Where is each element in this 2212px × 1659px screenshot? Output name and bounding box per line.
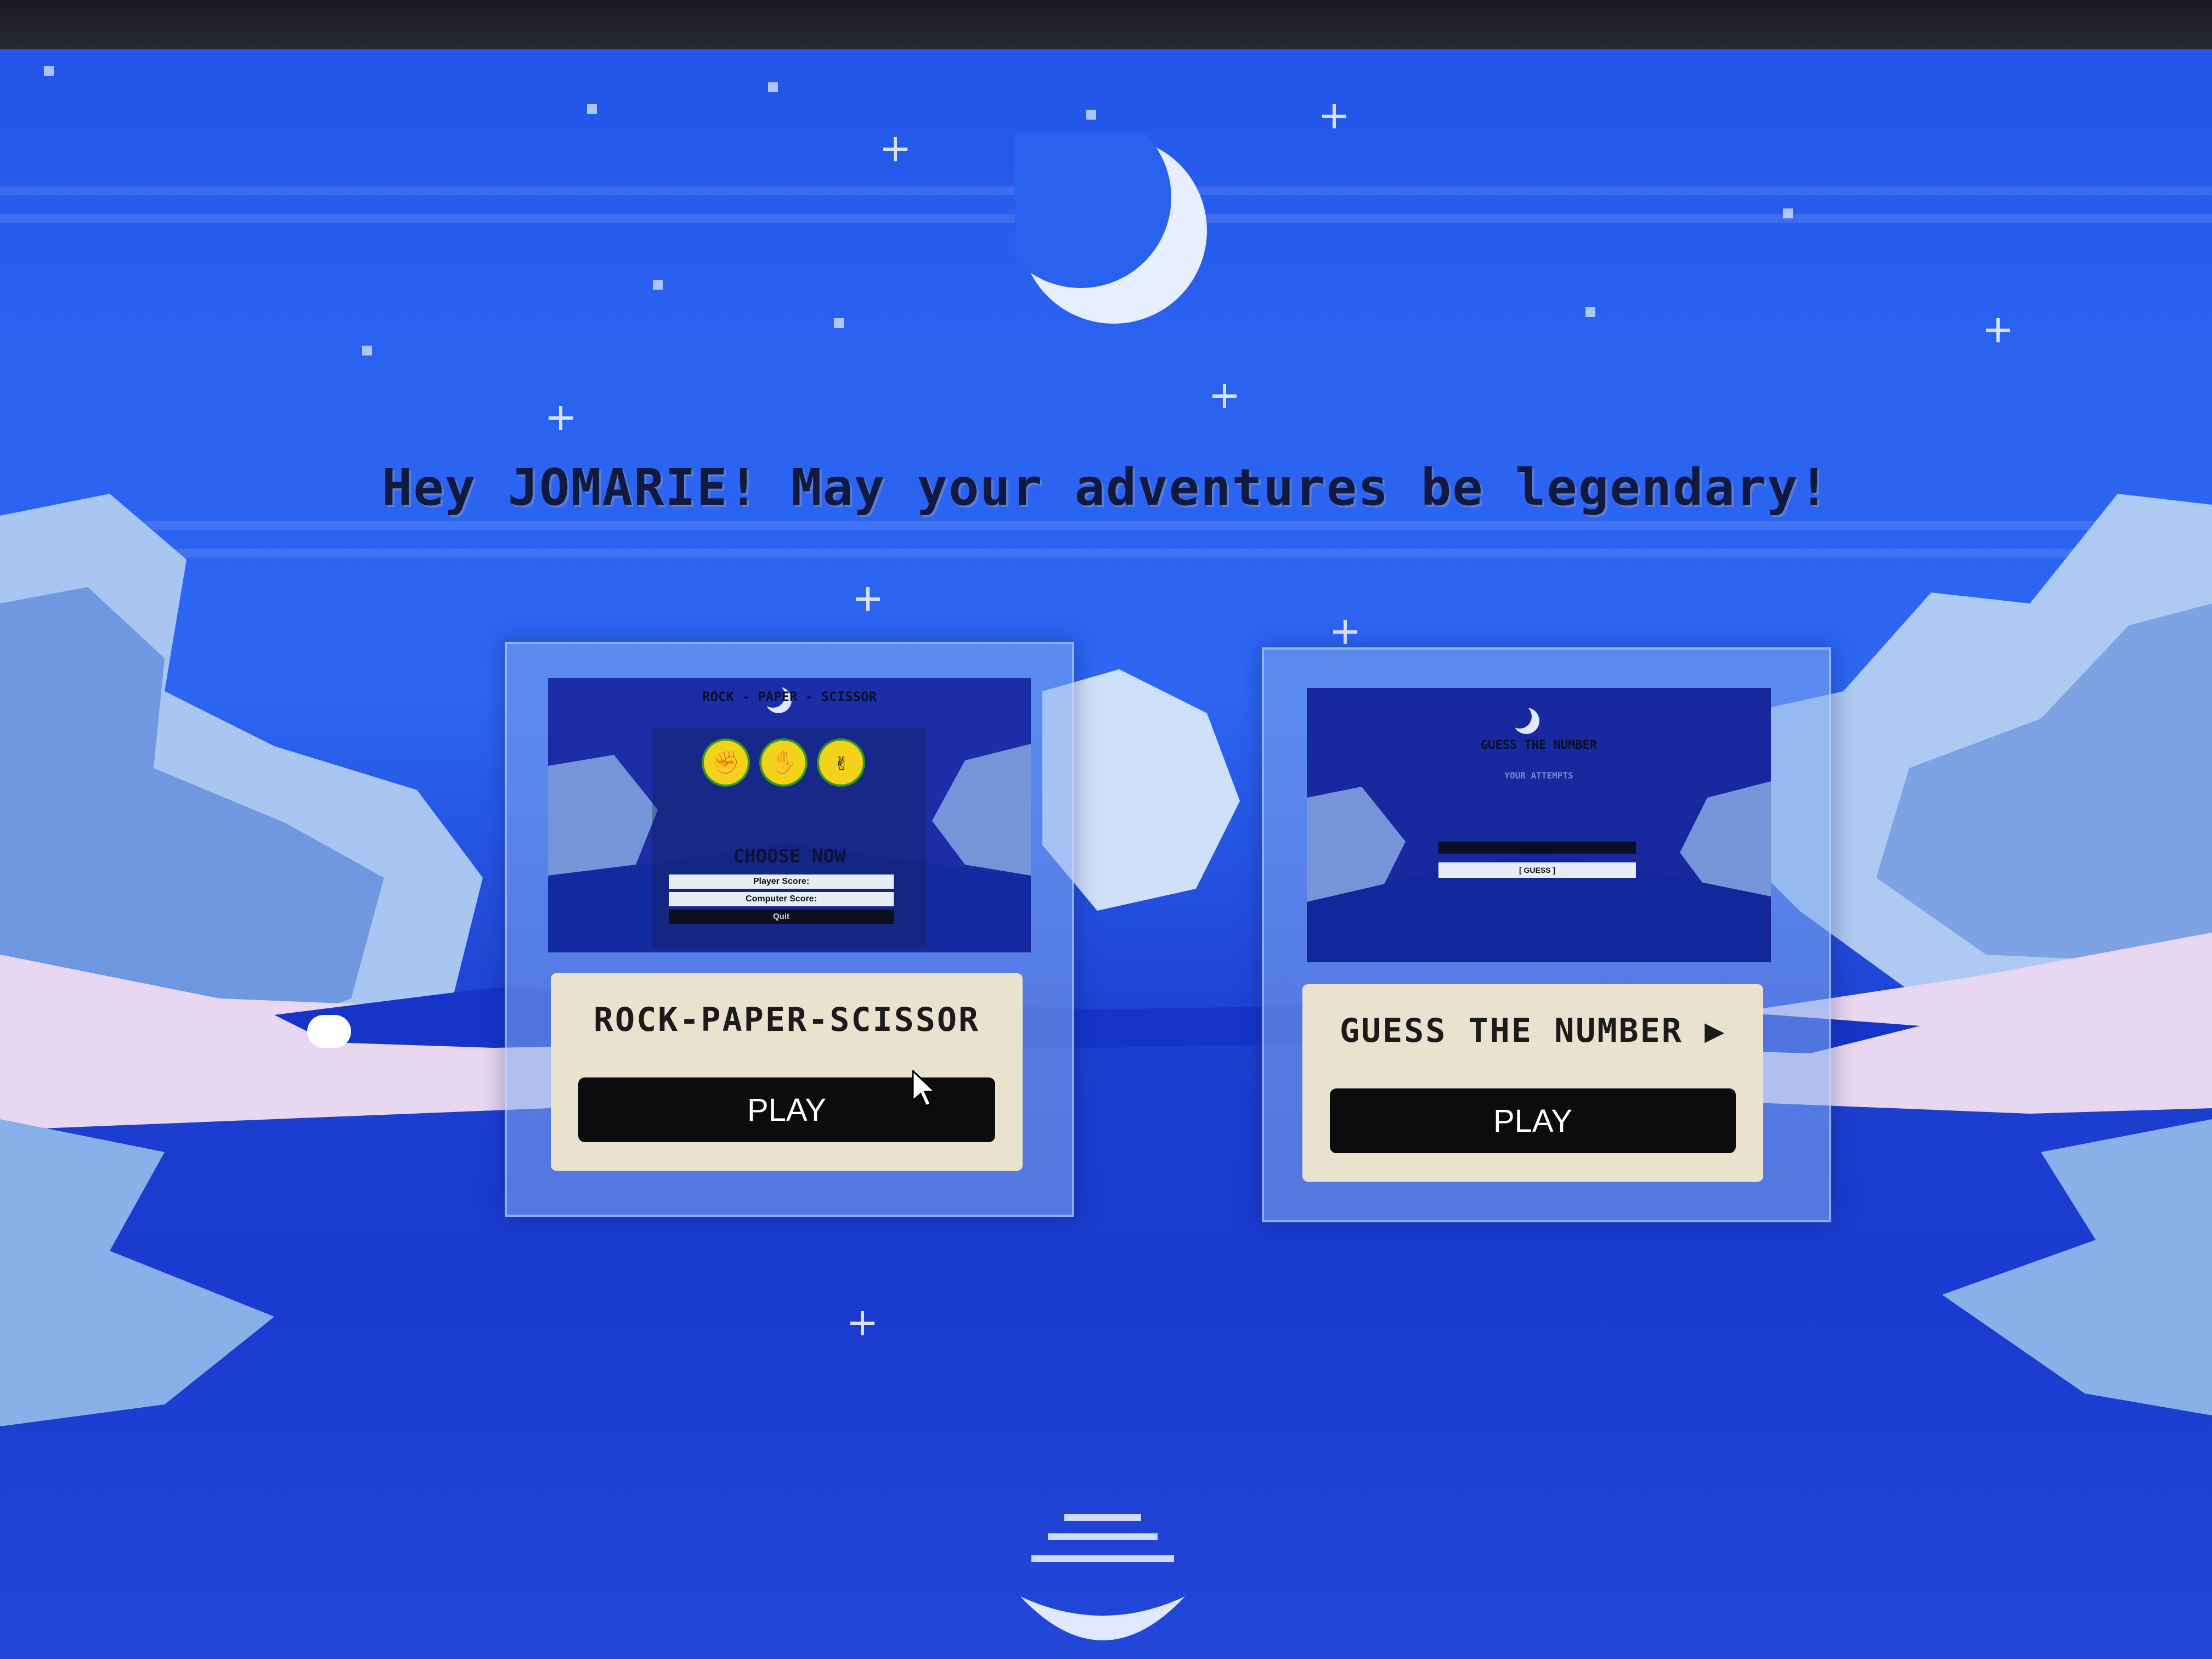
thumbnail-header: GUESS THE NUMBER: [1481, 738, 1597, 752]
mouse-cursor-icon: [912, 1070, 937, 1108]
player-score-bar: Player Score:: [669, 874, 894, 889]
scissor-hand-icon: ✌: [817, 738, 865, 787]
game-info-panel: GUESS THE NUMBER ▶ PLAY: [1302, 984, 1763, 1182]
star: [768, 82, 778, 92]
sparkle-star: [1986, 318, 2010, 342]
sparkle-star: [1212, 384, 1237, 408]
game-hub-background: Hey JOMARIE! May your adventures be lege…: [0, 49, 2212, 1659]
star: [1585, 307, 1595, 317]
play-button-guess-the-number[interactable]: PLAY: [1330, 1088, 1736, 1153]
welcome-greeting: Hey JOMARIE! May your adventures be lege…: [382, 458, 1830, 517]
game-info-panel: ROCK-PAPER-SCISSOR PLAY: [551, 973, 1023, 1171]
computer-score-bar: Computer Score:: [669, 892, 894, 906]
game-thumbnail-rock-paper-scissor: ROCK - PAPER - SCISSOR ✊ ✋ ✌ CHOOSE NOW …: [548, 678, 1031, 952]
rock-hand-icon: ✊: [702, 738, 750, 787]
star: [834, 318, 844, 328]
game-thumbnail-guess-the-number: GUESS THE NUMBER YOUR ATTEMPTS [ GUESS ]: [1307, 688, 1771, 962]
game-card-guess-the-number: GUESS THE NUMBER YOUR ATTEMPTS [ GUESS ]…: [1262, 647, 1831, 1222]
pixel-clouds: [0, 494, 2212, 1426]
star: [362, 346, 372, 356]
choose-now-text: CHOOSE NOW: [733, 845, 846, 867]
moon-reflection-icon: [1020, 1514, 1185, 1640]
star: [1783, 208, 1793, 218]
sparkle-star: [549, 406, 573, 430]
star: [44, 66, 54, 76]
quit-bar: Quit: [669, 910, 894, 924]
your-attempts-text: YOUR ATTEMPTS: [1504, 770, 1573, 781]
thumbnail-background: [1307, 688, 1771, 962]
guess-input-preview: [1438, 842, 1636, 854]
game-title: GUESS THE NUMBER ▶: [1339, 1012, 1726, 1050]
paper-hand-icon: ✋: [759, 738, 808, 787]
guess-button-preview: [ GUESS ]: [1438, 862, 1636, 878]
game-title: ROCK-PAPER-SCISSOR: [593, 1001, 980, 1039]
sparkle-star: [883, 137, 907, 161]
game-card-rock-paper-scissor: ROCK - PAPER - SCISSOR ✊ ✋ ✌ CHOOSE NOW …: [505, 642, 1074, 1217]
crescent-moon-icon: [1015, 132, 1207, 324]
sparkle-star: [1322, 104, 1346, 128]
thumbnail-header: ROCK - PAPER - SCISSOR: [702, 689, 877, 704]
star: [1086, 110, 1096, 120]
star: [587, 104, 597, 114]
star: [653, 280, 663, 290]
